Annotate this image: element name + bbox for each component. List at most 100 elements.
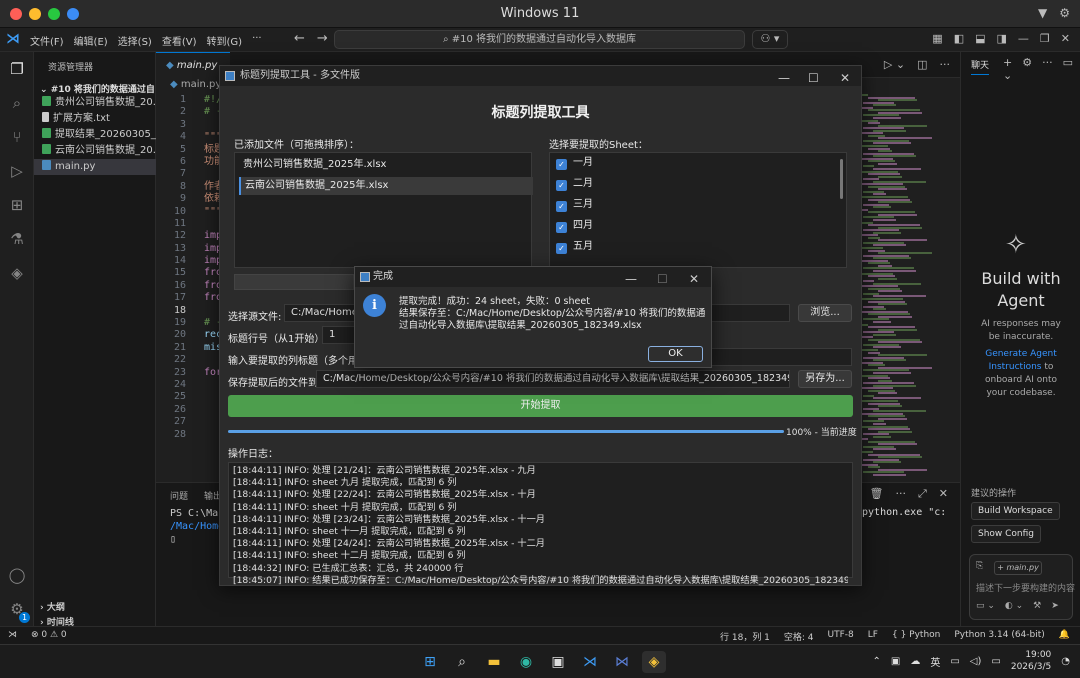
vscode-icon[interactable]: ⋊: [578, 651, 602, 673]
menu-edit[interactable]: 编辑(E): [74, 33, 108, 48]
encoding-status[interactable]: UTF-8: [828, 630, 854, 643]
run-icon[interactable]: ▷ ⌄: [884, 58, 905, 71]
language-status[interactable]: { } Python: [892, 630, 940, 643]
cursor-position[interactable]: 行 18，列 1: [720, 630, 770, 643]
command-center[interactable]: ⌕ #10 将我们的数据通过自动化导入数据库: [334, 30, 745, 49]
trash-icon[interactable]: 🗑: [870, 487, 884, 501]
ok-button[interactable]: OK: [648, 346, 703, 362]
close-panel-icon[interactable]: ✕: [939, 487, 948, 501]
file-item-selected[interactable]: main.py: [34, 159, 156, 175]
tray-app-icon[interactable]: ▣: [891, 656, 900, 667]
sheet-checkbox[interactable]: ✓ 五月: [556, 238, 593, 256]
file-item[interactable]: 云南公司销售数据_20...: [34, 143, 156, 159]
forward-arrow-icon[interactable]: →: [317, 31, 328, 46]
checkbox-checked-icon[interactable]: ✓: [556, 180, 567, 191]
close-icon[interactable]: ✕: [1061, 32, 1070, 45]
mode-picker-icon[interactable]: ▭ ⌄: [976, 601, 995, 611]
save-path-input[interactable]: C:/Mac/Home/Desktop/公众号内容/#10 将我们的数据通过自动…: [316, 370, 790, 388]
app-maximize-icon[interactable]: ☐: [808, 68, 819, 88]
show-config-button[interactable]: Show Config: [971, 525, 1042, 543]
back-arrow-icon[interactable]: ←: [294, 31, 305, 46]
extensions-icon[interactable]: ⊞: [7, 196, 27, 216]
model-picker-icon[interactable]: ◐ ⌄: [1005, 601, 1023, 611]
split-editor-icon[interactable]: ◫: [917, 58, 927, 71]
account-icon[interactable]: ◯: [7, 566, 27, 586]
minimap[interactable]: [856, 94, 952, 482]
minimize-icon[interactable]: —: [1018, 32, 1029, 45]
menu-go[interactable]: 转到(G): [207, 33, 243, 48]
file-item[interactable]: 贵州公司销售数据_20...: [34, 95, 156, 111]
clock[interactable]: 19:00 2026/3/5: [1011, 649, 1051, 673]
source-control-icon[interactable]: ⑂: [7, 128, 27, 148]
file-list-item-selected[interactable]: 云南公司销售数据_2025年.xlsx: [239, 177, 533, 195]
layout-icon[interactable]: ▦: [932, 32, 942, 45]
problems-status[interactable]: ⊗ 0 ⚠ 0: [31, 630, 67, 640]
checkbox-checked-icon[interactable]: ✓: [556, 222, 567, 233]
toggle-secondary-icon[interactable]: ◨: [997, 32, 1007, 45]
notifications-bell-icon[interactable]: 🔔: [1059, 630, 1070, 643]
indentation-status[interactable]: 空格: 4: [784, 630, 814, 643]
run-debug-icon[interactable]: ▷: [7, 162, 27, 182]
log-output[interactable]: [18:44:11] INFO: 处理 [21/24]：云南公司销售数据_202…: [228, 462, 853, 586]
store-icon[interactable]: ▣: [546, 651, 570, 673]
chat-input-box[interactable]: ⎘ + main.py 描述下一步要构建的内容 ▭ ⌄ ◐ ⌄ ⚒ ➤: [969, 554, 1075, 620]
save-as-button[interactable]: 另存为...: [798, 370, 852, 388]
new-chat-icon[interactable]: + ⌄: [1003, 56, 1012, 82]
settings-icon[interactable]: ⚙: [1059, 6, 1070, 20]
python-icon[interactable]: ◈: [642, 651, 666, 673]
menu-selection[interactable]: 选择(S): [118, 33, 152, 48]
tools-icon[interactable]: ⚒: [1033, 601, 1041, 611]
search-icon[interactable]: ⌕: [450, 651, 474, 673]
sheet-list[interactable]: ✓ 一月 ✓ 二月 ✓ 三月 ✓ 四月 ✓ 五月: [549, 152, 847, 268]
remote-icon[interactable]: ⋊: [8, 630, 17, 640]
terminal-output[interactable]: PS C:\Mac/Mac/Home ▯: [170, 507, 224, 546]
file-list[interactable]: 贵州公司销售数据_2025年.xlsx 云南公司销售数据_2025年.xlsx: [234, 152, 533, 268]
breadcrumb[interactable]: ◆ main.py: [170, 79, 221, 90]
file-list-button[interactable]: [234, 274, 354, 290]
browse-button[interactable]: 浏览...: [798, 304, 852, 322]
python-icon[interactable]: ◈: [7, 264, 27, 284]
file-item[interactable]: 扩展方案.txt: [34, 111, 156, 127]
menu-file[interactable]: 文件(F): [30, 33, 64, 48]
search-icon[interactable]: ⌕: [7, 94, 27, 114]
vs-icon[interactable]: ⋈: [610, 651, 634, 673]
explorer-folder[interactable]: ⌄ #10 将我们的数据通过自动化...: [40, 82, 154, 95]
sheet-list-scrollbar[interactable]: [840, 159, 843, 199]
app-minimize-icon[interactable]: —: [778, 68, 790, 88]
eol-status[interactable]: LF: [868, 630, 878, 643]
sheet-checkbox[interactable]: ✓ 四月: [556, 217, 593, 235]
battery-icon[interactable]: ▭: [991, 656, 1000, 667]
edge-icon[interactable]: ◉: [514, 651, 538, 673]
menu-more[interactable]: ···: [252, 33, 262, 48]
sheet-checkbox[interactable]: ✓ 三月: [556, 196, 593, 214]
maximize-panel-icon[interactable]: ⤢: [918, 487, 927, 501]
testing-icon[interactable]: ⚗: [7, 230, 27, 250]
tab-chat[interactable]: 聊天: [971, 58, 990, 75]
toggle-sidebar-icon[interactable]: ◧: [954, 32, 964, 45]
chat-settings-icon[interactable]: ⚙: [1022, 56, 1032, 82]
dialog-minimize-icon[interactable]: —: [625, 269, 637, 289]
dialog-close-icon[interactable]: ✕: [689, 269, 699, 289]
sheet-checkbox[interactable]: ✓ 二月: [556, 175, 593, 193]
network-icon[interactable]: ▭: [950, 656, 959, 667]
ime-indicator[interactable]: 英: [930, 654, 940, 669]
interpreter-status[interactable]: Python 3.14 (64-bit): [954, 630, 1044, 643]
attach-icon[interactable]: ⎘: [976, 561, 983, 571]
start-extract-button[interactable]: 开始提取: [228, 395, 853, 417]
start-icon[interactable]: ⊞: [418, 651, 442, 673]
onedrive-icon[interactable]: ☁: [910, 656, 920, 667]
tab-problems[interactable]: 问题: [170, 489, 188, 502]
build-workspace-button[interactable]: Build Workspace: [971, 502, 1060, 520]
restore-icon[interactable]: ❐: [1040, 32, 1050, 45]
chat-more-icon[interactable]: ···: [1042, 56, 1053, 82]
context-chip[interactable]: + main.py: [994, 561, 1042, 575]
checkbox-checked-icon[interactable]: ✓: [556, 243, 567, 254]
sheet-checkbox[interactable]: ✓ 一月: [556, 154, 593, 172]
explorer-icon[interactable]: ❐: [7, 60, 27, 80]
file-explorer-icon[interactable]: ▬: [482, 651, 506, 673]
menu-view[interactable]: 查看(V): [162, 33, 197, 48]
file-list-item[interactable]: 贵州公司销售数据_2025年.xlsx: [239, 156, 533, 174]
file-item[interactable]: 提取结果_20260305_1...: [34, 127, 156, 143]
copilot-button[interactable]: ⚇ ▾: [752, 30, 788, 49]
send-icon[interactable]: ➤: [1051, 601, 1059, 611]
